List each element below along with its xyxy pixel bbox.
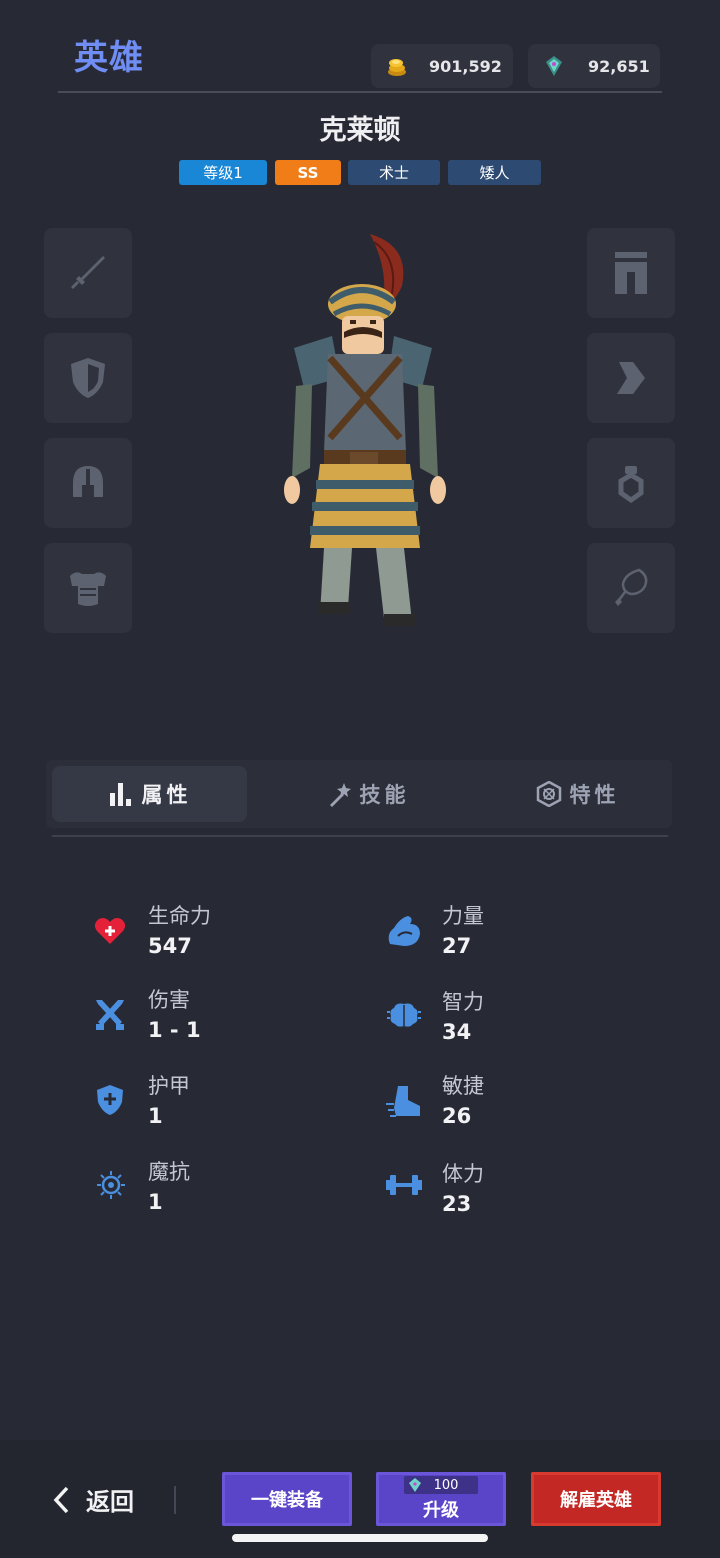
gold-coins-icon xyxy=(388,59,406,76)
gem-counter[interactable]: 92,651 xyxy=(528,44,660,88)
stat-agility-label: 敏捷 xyxy=(442,1074,484,1098)
hero-character-image xyxy=(284,234,446,626)
equip-all-label: 一键装备 xyxy=(251,1490,323,1511)
back-label: 返回 xyxy=(86,1488,134,1516)
gem-icon xyxy=(546,56,562,76)
magic-resist-icon xyxy=(97,1171,125,1199)
stat-intelligence-value: 34 xyxy=(442,1020,472,1044)
hero-name: 克莱顿 xyxy=(319,115,401,146)
stat-armor-label: 护甲 xyxy=(148,1074,190,1098)
page-title: 英雄 xyxy=(74,38,144,78)
stat-stamina-value: 23 xyxy=(442,1192,472,1216)
stat-damage-value: 1 - 1 xyxy=(148,1018,201,1042)
stat-armor-value: 1 xyxy=(148,1104,163,1128)
shield-slot[interactable] xyxy=(44,333,132,423)
boot-icon xyxy=(617,362,645,394)
magic-wand-icon xyxy=(329,783,351,807)
gem-icon xyxy=(408,1478,421,1492)
level-badge: 等级1 xyxy=(179,160,267,185)
tab-skills-label: 技能 xyxy=(359,783,410,807)
home-indicator[interactable] xyxy=(232,1534,488,1542)
gem-amount: 92,651 xyxy=(588,56,650,76)
tab-traits[interactable]: 特性 xyxy=(480,766,675,822)
crossed-swords-icon xyxy=(96,1000,124,1030)
upgrade-cost: 100 xyxy=(403,1476,479,1494)
rank-badge: SS xyxy=(275,160,341,185)
agility-boot-icon xyxy=(386,1086,420,1117)
ring-slot[interactable] xyxy=(587,438,675,528)
muscle-icon xyxy=(388,916,420,946)
helmet-icon xyxy=(73,466,103,497)
amulet-slot[interactable] xyxy=(587,543,675,633)
class-badge: 术士 xyxy=(348,160,440,185)
back-button[interactable]: 返回 xyxy=(52,1482,134,1517)
tab-divider xyxy=(52,835,668,837)
bar-chart-icon xyxy=(109,783,131,806)
stat-magic-resist-label: 魔抗 xyxy=(148,1160,190,1184)
stat-strength-value: 27 xyxy=(442,934,472,958)
stat-intelligence-label: 智力 xyxy=(442,990,484,1014)
armor-shield-icon xyxy=(97,1085,123,1115)
gold-amount: 901,592 xyxy=(429,56,502,76)
trait-badge-icon xyxy=(536,781,561,807)
dumbbell-icon xyxy=(386,1175,422,1195)
gold-counter[interactable]: 901,592 xyxy=(371,44,513,88)
tab-traits-label: 特性 xyxy=(569,783,620,807)
stat-stamina-label: 体力 xyxy=(442,1162,484,1186)
helmet-slot[interactable] xyxy=(44,438,132,528)
stat-strength-label: 力量 xyxy=(442,904,484,928)
amulet-icon xyxy=(615,568,648,606)
chevron-left-icon xyxy=(53,1486,69,1513)
pants-slot[interactable] xyxy=(587,228,675,318)
sword-icon xyxy=(71,256,105,289)
dismiss-hero-label: 解雇英雄 xyxy=(560,1490,632,1511)
ring-icon xyxy=(618,466,644,503)
stat-agility-value: 26 xyxy=(442,1104,472,1128)
upgrade-button[interactable]: 100 升级 xyxy=(376,1472,506,1526)
shield-icon xyxy=(71,358,105,398)
dismiss-hero-button[interactable]: 解雇英雄 xyxy=(531,1472,661,1526)
tab-attributes[interactable]: 属性 xyxy=(52,766,247,822)
stat-magic-resist-value: 1 xyxy=(148,1190,163,1214)
stat-health-label: 生命力 xyxy=(148,904,211,928)
heart-icon xyxy=(94,918,126,944)
weapon-slot[interactable] xyxy=(44,228,132,318)
stat-damage-label: 伤害 xyxy=(148,988,190,1012)
tab-skills[interactable]: 技能 xyxy=(270,766,465,822)
header-divider xyxy=(58,91,662,93)
stat-health-value: 547 xyxy=(148,934,192,958)
tab-attributes-label: 属性 xyxy=(141,783,192,807)
equip-all-button[interactable]: 一键装备 xyxy=(222,1472,352,1526)
footer-separator xyxy=(174,1486,176,1514)
pants-icon xyxy=(615,252,647,294)
boots-slot[interactable] xyxy=(587,333,675,423)
brain-icon xyxy=(387,1003,421,1027)
race-badge: 矮人 xyxy=(448,160,541,185)
chest-armor-icon xyxy=(70,572,106,606)
upgrade-cost-value: 100 xyxy=(433,1477,459,1493)
armor-slot[interactable] xyxy=(44,543,132,633)
upgrade-label: 升级 xyxy=(423,1500,459,1521)
